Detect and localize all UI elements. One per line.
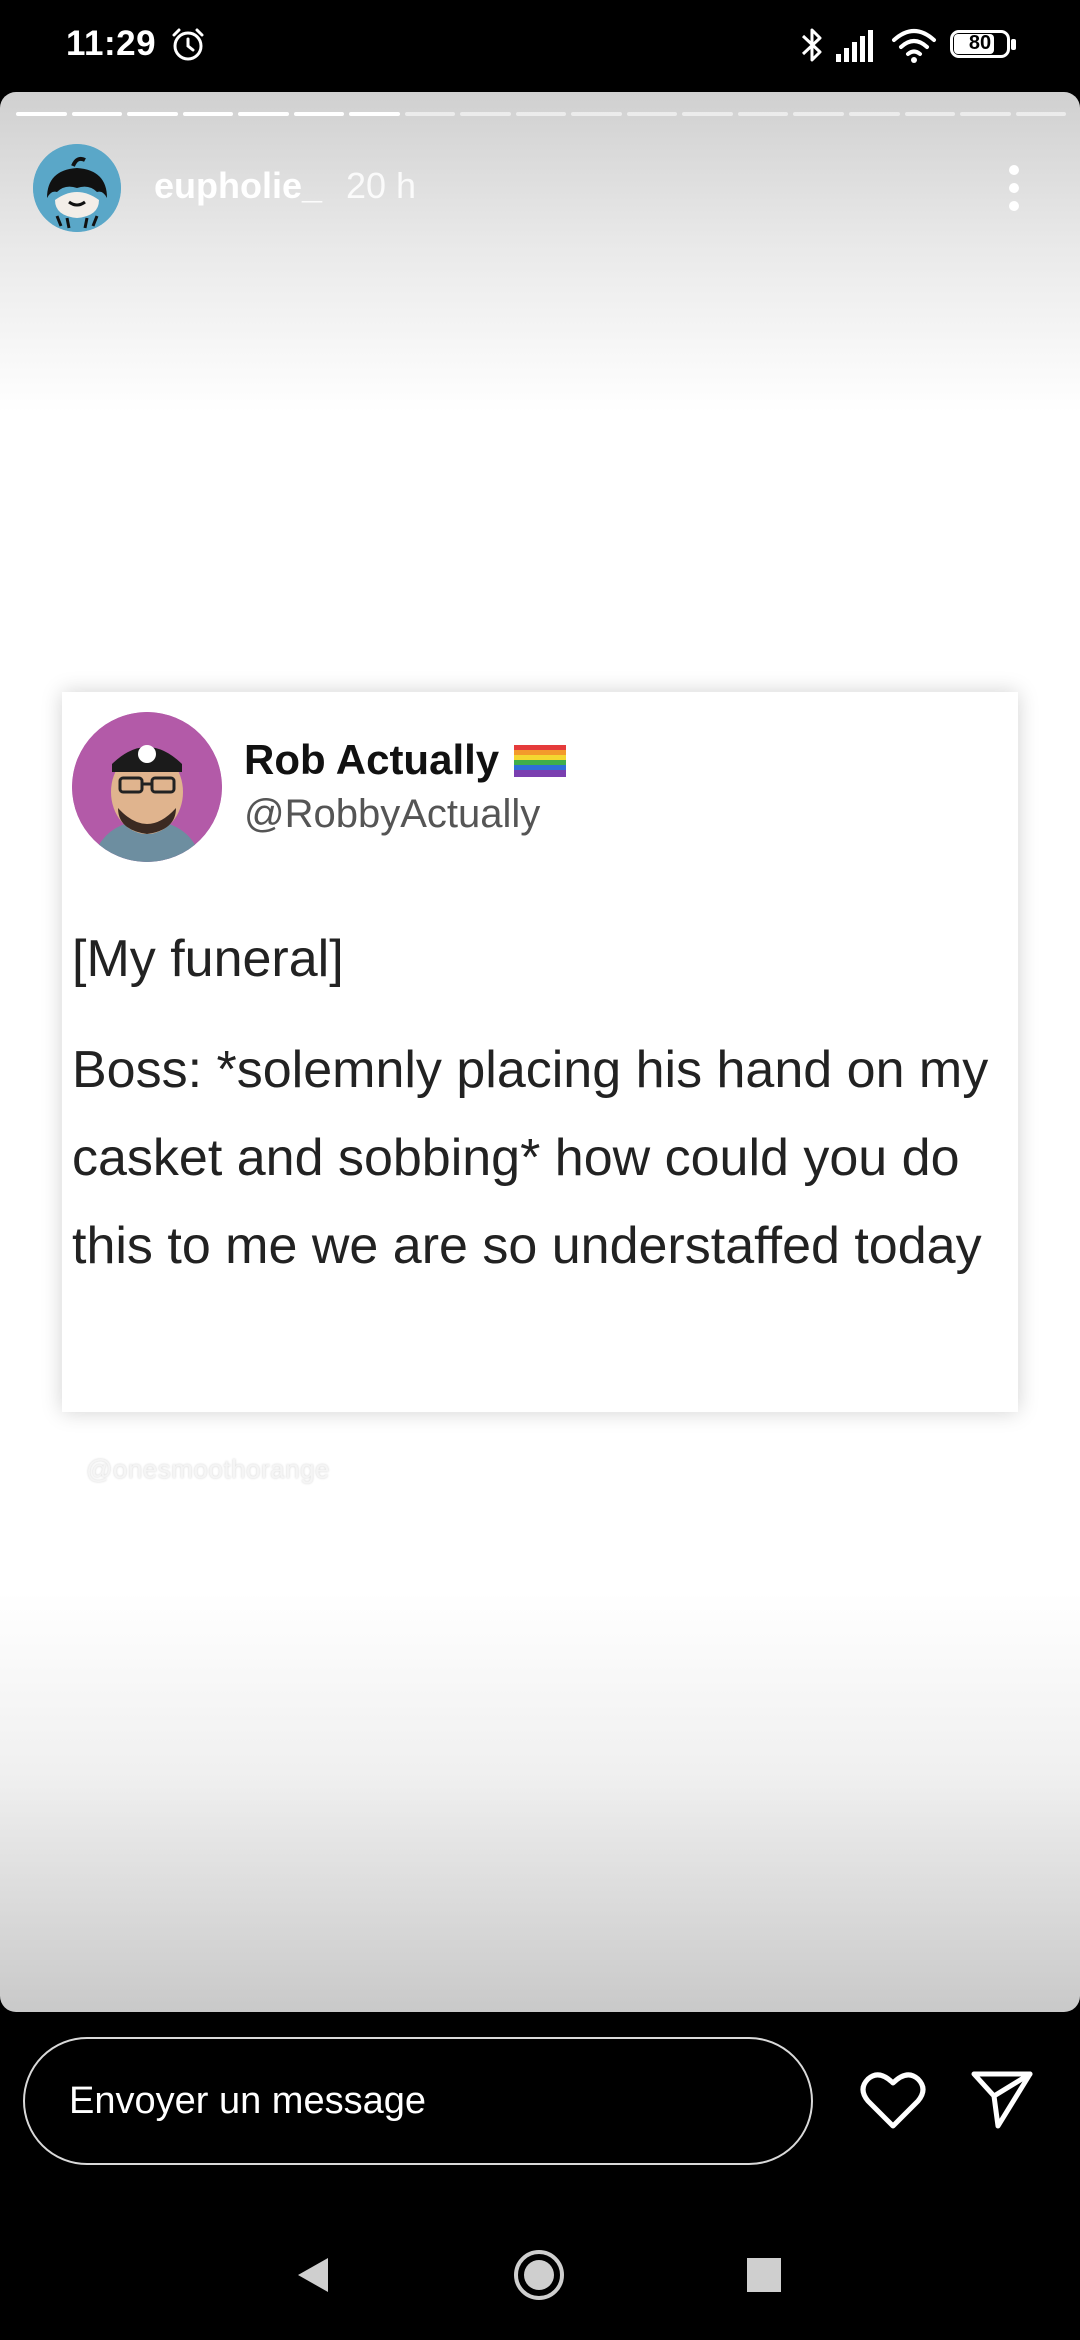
- tweet-text-body: Boss: *solemnly placing his hand on my c…: [72, 1041, 989, 1275]
- progress-segment: [182, 112, 234, 116]
- progress-segment: [127, 112, 178, 116]
- more-vertical-icon[interactable]: [1004, 158, 1024, 218]
- tweet-card: Rob Actually @RobbyActually [My funeral]…: [62, 692, 1018, 1412]
- story-viewer[interactable]: eupholie_ 20 h Rob Actually @RobbyActual…: [0, 92, 1080, 2012]
- progress-segment: [848, 112, 900, 116]
- clock: 11:29: [66, 24, 157, 63]
- story-time-ago: 20 h: [346, 165, 417, 206]
- progress-segment: [1015, 112, 1067, 116]
- tweet-handle: @RobbyActually: [244, 792, 541, 836]
- progress-segment: [293, 112, 345, 116]
- progress-segment: [960, 112, 1011, 116]
- message-input[interactable]: [69, 2079, 769, 2123]
- signal-icon: [836, 30, 873, 62]
- progress-segment: [571, 112, 622, 116]
- battery-icon: 80: [950, 30, 1020, 60]
- progress-segment: [793, 112, 844, 116]
- back-icon[interactable]: [295, 2255, 331, 2295]
- progress-segment: [682, 112, 733, 116]
- alarm-icon: [172, 28, 204, 61]
- progress-segment: [626, 112, 678, 116]
- message-field-container[interactable]: [23, 2037, 813, 2165]
- progress-segment: [737, 112, 789, 116]
- progress-segment: [238, 112, 289, 116]
- progress-segment: [904, 112, 956, 116]
- story-user-avatar[interactable]: [33, 144, 121, 232]
- send-icon[interactable]: [970, 2068, 1034, 2130]
- home-icon[interactable]: [513, 2249, 565, 2301]
- story-username[interactable]: eupholie_: [154, 165, 322, 207]
- battery-percent: 80: [968, 32, 992, 54]
- progress-segment: [515, 112, 567, 116]
- rainbow-flag-icon: [514, 745, 566, 777]
- watermark-text: @onesmoothorange: [86, 1454, 330, 1484]
- story-progress-bar: [16, 112, 1067, 116]
- recents-icon[interactable]: [747, 2258, 781, 2292]
- tweet-display-name: Rob Actually: [244, 736, 500, 783]
- status-bar: 11:29 80: [0, 0, 1080, 90]
- progress-segment: [16, 112, 67, 116]
- bluetooth-icon: [801, 28, 822, 62]
- progress-segment: [404, 112, 456, 116]
- progress-segment: [71, 112, 123, 116]
- progress-segment: [460, 112, 511, 116]
- tweet-author-avatar: [72, 712, 222, 862]
- heart-icon[interactable]: [860, 2070, 926, 2130]
- progress-segment: [349, 112, 400, 116]
- tweet-text-heading: [My funeral]: [72, 930, 344, 988]
- wifi-icon: [892, 29, 936, 63]
